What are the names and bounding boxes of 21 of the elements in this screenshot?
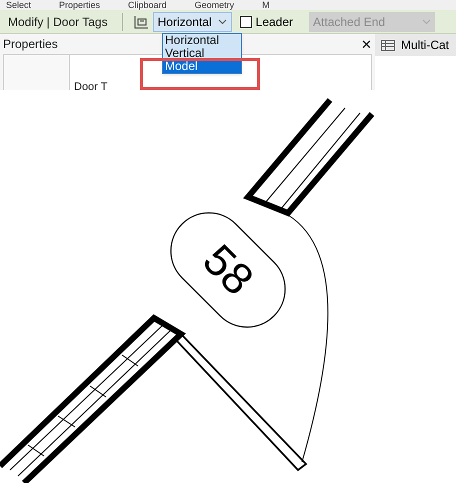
caret-icon — [422, 18, 432, 24]
orientation-dropdown[interactable]: Horizontal — [152, 12, 232, 32]
tag-orientation-icon — [132, 14, 149, 28]
ribbon-panel-label: Geometry — [194, 0, 234, 10]
ribbon-panel-label: Select — [6, 0, 32, 10]
view-tab[interactable]: Multi-Cat — [375, 34, 456, 56]
ribbon-panel-label: Properties — [59, 0, 100, 10]
ribbon-panel-label: Clipboard — [128, 0, 167, 10]
list-option[interactable]: Model — [163, 60, 241, 73]
leader-label: Leader — [256, 14, 294, 30]
context-label: Modify | Door Tags — [0, 12, 123, 30]
type-name: Door T — [74, 82, 108, 93]
ribbon-panel-label: M — [262, 0, 270, 10]
close-button[interactable]: ✕ — [361, 38, 372, 50]
tag-number: 58 — [193, 235, 263, 305]
caret-icon — [218, 18, 227, 24]
list-option[interactable]: Horizontal — [163, 34, 241, 47]
panel-title: Properties — [3, 36, 58, 53]
list-option[interactable]: Vertical — [163, 47, 241, 60]
leader-checkbox[interactable] — [240, 16, 252, 28]
schedule-icon — [381, 40, 395, 50]
